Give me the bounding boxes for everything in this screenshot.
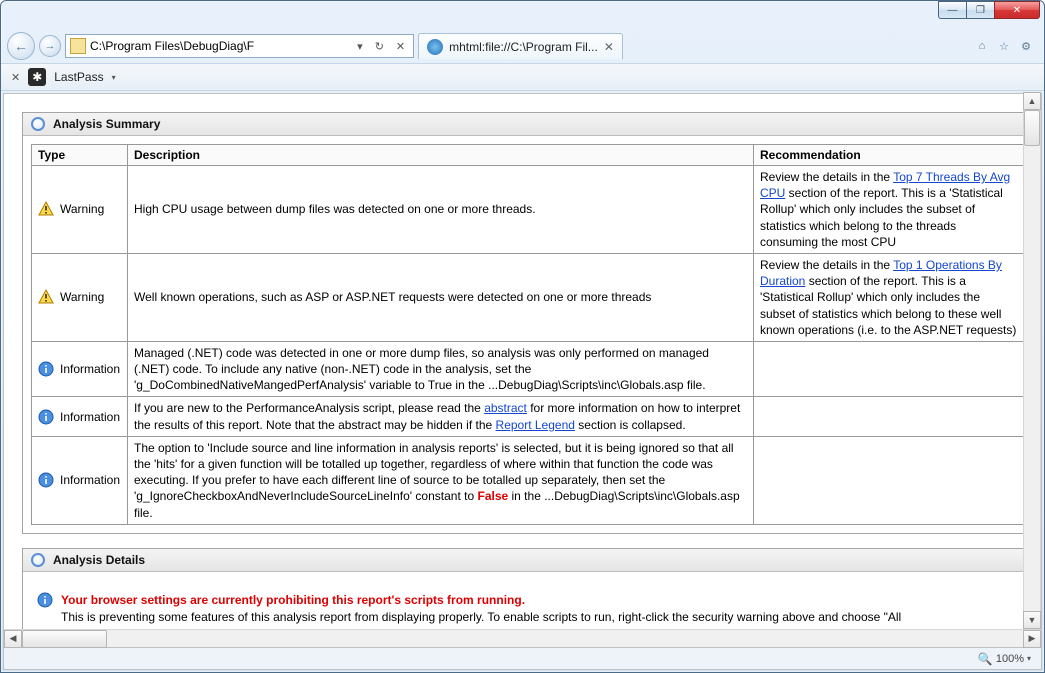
rec-text: Review the details in the [760,170,893,184]
col-type: Type [32,145,128,166]
type-label: Information [60,361,120,377]
details-headline: Your browser settings are currently proh… [61,593,525,607]
scroll-down-button[interactable]: ▼ [1023,611,1041,629]
desc-text: section is collapsed. [575,418,686,432]
rec-cell: Review the details in the Top 1 Operatio… [754,253,1024,341]
info-icon [37,592,53,608]
details-message: Your browser settings are currently proh… [61,592,901,626]
type-label: Information [60,472,120,488]
titlebar: — ❐ ✕ [1,1,1044,29]
home-icon[interactable]: ⌂ [974,38,990,54]
lastpass-toolbar: ✕ ✱ LastPass ▾ [1,63,1044,91]
back-button[interactable]: ← [7,32,35,60]
summary-table: Type Description Recommendation [31,144,1024,525]
false-keyword: False [477,489,508,503]
zoom-icon[interactable]: 🔍 [978,652,993,666]
rec-text: Review the details in the [760,258,893,272]
details-body-text: This is preventing some features of this… [61,610,901,624]
scroll-left-button[interactable]: ◀ [4,630,22,648]
close-window-button[interactable]: ✕ [994,1,1040,19]
type-label: Warning [60,289,104,305]
analysis-summary-header[interactable]: Analysis Summary [23,113,1032,136]
desc-cell: Managed (.NET) code was detected in one … [128,341,754,397]
tab[interactable]: mhtml:file://C:\Program Fil... ✕ [418,33,623,59]
vscroll-thumb[interactable] [1024,110,1040,146]
report-legend-link[interactable]: Report Legend [496,418,575,432]
ie-icon [427,39,443,55]
info-icon [38,409,54,425]
refresh-icon[interactable]: ↻ [371,40,388,53]
minimize-button[interactable]: — [938,1,966,19]
address-dropdown-icon[interactable]: ▾ [353,40,367,53]
address-text: C:\Program Files\DebugDiag\F [90,39,349,53]
table-row: Warning High CPU usage between dump file… [32,166,1024,254]
warning-icon [38,289,54,305]
toolbar-close-icon[interactable]: ✕ [11,71,20,84]
forward-button[interactable]: → [39,35,61,57]
info-icon [38,472,54,488]
rec-cell [754,436,1024,524]
disclosure-icon [31,553,45,567]
window-buttons: — ❐ ✕ [938,1,1040,19]
vscroll-track[interactable] [1023,110,1041,611]
info-icon [38,361,54,377]
status-bar: 🔍 100% ▾ [3,648,1042,670]
content-frame: Analysis Summary Type Description Recomm… [3,93,1042,648]
navigation-bar: ← → C:\Program Files\DebugDiag\F ▾ ↻ ✕ m… [1,29,1044,63]
analysis-details-header[interactable]: Analysis Details [23,549,1032,572]
type-label: Warning [60,201,104,217]
tab-label: mhtml:file://C:\Program Fil... [449,40,598,54]
folder-icon [70,38,86,54]
horizontal-scrollbar[interactable]: ◀ ▶ [4,629,1041,647]
stop-icon[interactable]: ✕ [392,40,409,53]
address-bar[interactable]: C:\Program Files\DebugDiag\F ▾ ↻ ✕ [65,34,414,58]
table-row: Information If you are new to the Perfor… [32,397,1024,436]
hscroll-thumb[interactable] [22,630,107,648]
hscroll-track[interactable] [22,630,1023,648]
rec-cell [754,341,1024,397]
analysis-details-body: Your browser settings are currently proh… [23,572,1032,629]
table-header-row: Type Description Recommendation [32,145,1024,166]
abstract-link[interactable]: abstract [484,401,527,415]
analysis-summary-body: Type Description Recommendation [23,136,1032,533]
analysis-details-title: Analysis Details [53,553,145,567]
forward-arrow-icon: → [45,40,56,52]
tools-gear-icon[interactable]: ⚙ [1018,38,1034,54]
content-viewport[interactable]: Analysis Summary Type Description Recomm… [4,94,1041,629]
col-recommendation: Recommendation [754,145,1024,166]
table-row: Information Managed (.NET) code was dete… [32,341,1024,397]
desc-cell: Well known operations, such as ASP or AS… [128,253,754,341]
scroll-up-button[interactable]: ▲ [1023,92,1041,110]
desc-cell: If you are new to the PerformanceAnalysi… [128,397,754,436]
rec-text: section of the report. This is a 'Statis… [760,186,1003,249]
favorites-icon[interactable]: ☆ [996,38,1012,54]
type-label: Information [60,409,120,425]
desc-text: If you are new to the PerformanceAnalysi… [134,401,484,415]
tab-close-icon[interactable]: ✕ [604,40,614,54]
zoom-level[interactable]: 100% [996,653,1024,665]
desc-cell: The option to 'Include source and line i… [128,436,754,524]
lastpass-label[interactable]: LastPass [54,70,103,84]
table-row: Information The option to 'Include sourc… [32,436,1024,524]
table-row: Warning Well known operations, such as A… [32,253,1024,341]
desc-cell: High CPU usage between dump files was de… [128,166,754,254]
scroll-right-button[interactable]: ▶ [1023,630,1041,648]
warning-icon [38,201,54,217]
analysis-details-panel: Analysis Details Your browser settings a… [22,548,1033,629]
nav-right-controls: ⌂ ☆ ⚙ [970,38,1038,54]
zoom-dropdown-icon[interactable]: ▾ [1027,654,1031,663]
analysis-summary-title: Analysis Summary [53,117,160,131]
maximize-button[interactable]: ❐ [966,1,994,19]
vertical-scrollbar[interactable]: ▲ ▼ [1023,92,1041,629]
browser-window: — ❐ ✕ ← → C:\Program Files\DebugDiag\F ▾… [0,0,1045,673]
lastpass-icon[interactable]: ✱ [28,68,46,86]
rec-cell [754,397,1024,436]
disclosure-icon [31,117,45,131]
back-arrow-icon: ← [14,38,28,54]
lastpass-dropdown-icon[interactable]: ▾ [112,73,116,82]
analysis-summary-panel: Analysis Summary Type Description Recomm… [22,112,1033,534]
rec-cell: Review the details in the Top 7 Threads … [754,166,1024,254]
col-description: Description [128,145,754,166]
